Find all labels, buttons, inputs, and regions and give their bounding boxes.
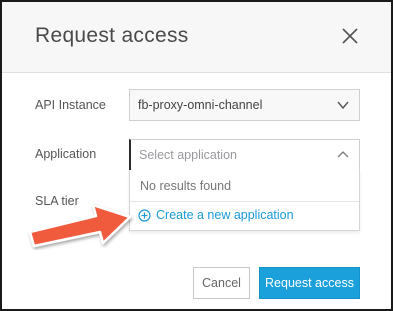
- request-access-button[interactable]: Request access: [259, 267, 360, 299]
- request-access-dialog: Request access API Instance fb-proxy-omn…: [0, 0, 393, 311]
- create-application-link[interactable]: Create a new application: [138, 208, 294, 222]
- application-select[interactable]: Select application: [129, 139, 360, 171]
- create-application-label: Create a new application: [156, 208, 294, 222]
- api-instance-value: fb-proxy-omni-channel: [138, 98, 263, 112]
- dialog-title: Request access: [35, 24, 189, 47]
- application-label: Application: [35, 147, 97, 161]
- chevron-down-icon: [337, 99, 349, 110]
- arrow-pointer-icon: [28, 203, 132, 248]
- no-results-text: No results found: [140, 179, 232, 193]
- plus-circle-icon: [138, 208, 151, 222]
- cancel-button[interactable]: Cancel: [193, 267, 250, 299]
- api-instance-label: API Instance: [35, 98, 106, 112]
- api-instance-select[interactable]: fb-proxy-omni-channel: [129, 89, 360, 121]
- application-placeholder: Select application: [139, 148, 237, 162]
- application-dropdown: No results found Create a new applicatio…: [129, 170, 360, 231]
- chevron-up-icon: [337, 149, 349, 159]
- close-icon[interactable]: [338, 24, 362, 48]
- dropdown-divider: [130, 201, 359, 202]
- dialog-header: Request access: [2, 2, 391, 73]
